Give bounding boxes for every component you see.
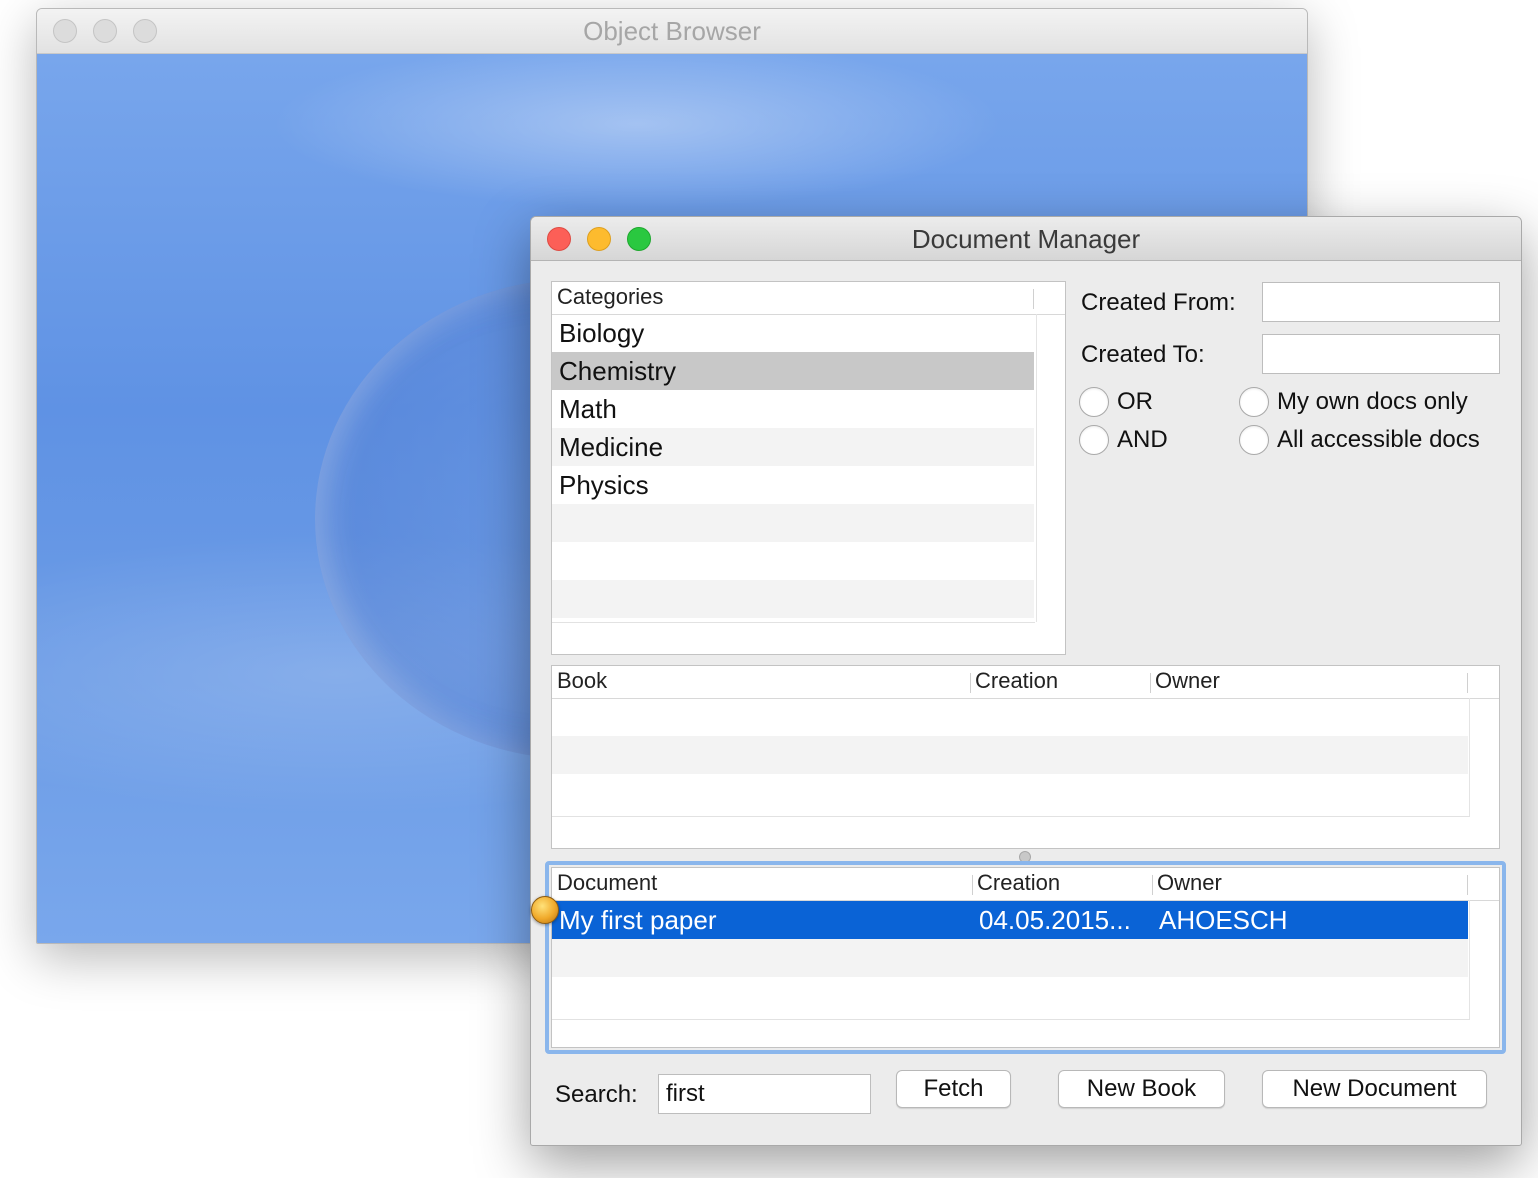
category-medicine: Medicine [559,432,664,462]
category-chemistry: Chemistry [559,356,677,386]
all-docs-label: All accessible docs [1277,426,1480,453]
column-separator [970,673,971,693]
scrollbar-track[interactable] [1469,900,1470,1020]
and-radio[interactable] [1079,425,1109,455]
column-separator [1150,673,1151,693]
object-browser-titlebar[interactable]: Object Browser [37,9,1307,54]
books-column-owner[interactable]: Owner [1155,668,1220,694]
drag-handle-icon[interactable] [531,896,559,924]
own-docs-label: My own docs only [1277,388,1468,415]
and-label: AND [1117,426,1168,453]
search-label: Search: [555,1081,638,1108]
list-divider [552,1019,1470,1020]
fetch-button[interactable]: Fetch [896,1070,1011,1108]
empty-row [552,977,1468,1015]
category-math: Math [559,394,617,424]
created-from-field[interactable] [1262,282,1500,322]
list-divider [552,816,1470,817]
books-header-row: Book Creation Owner [552,666,1499,699]
document-owner-cell: AHOESCH [1159,905,1288,935]
categories-header[interactable]: Categories [557,284,663,310]
list-divider [552,622,1035,623]
column-separator [1152,875,1153,895]
or-label: OR [1117,388,1153,415]
scrollbar-track[interactable] [1036,314,1037,622]
empty-row [552,698,1468,736]
created-from-label: Created From: [1081,289,1236,316]
documents-column-document[interactable]: Document [557,870,657,896]
books-column-book[interactable]: Book [557,668,607,694]
documents-table[interactable]: Document Creation Owner My first paper 0… [551,867,1500,1048]
list-item[interactable]: Physics [552,466,1034,504]
column-separator [1467,875,1468,895]
category-biology: Biology [559,318,645,348]
empty-row [552,774,1468,812]
documents-column-creation[interactable]: Creation [977,870,1060,896]
column-separator [972,875,973,895]
column-separator [1467,673,1468,693]
documents-header-row: Document Creation Owner [552,868,1499,901]
column-separator [1033,289,1034,309]
split-view-handle[interactable] [1019,851,1031,863]
empty-row [552,542,1034,580]
scrollbar-track[interactable] [1469,698,1470,816]
list-item[interactable]: Math [552,390,1034,428]
empty-row [552,504,1034,542]
search-input[interactable] [658,1074,871,1114]
new-document-button[interactable]: New Document [1262,1070,1487,1108]
or-radio[interactable] [1079,387,1109,417]
object-browser-title: Object Browser [583,16,761,46]
books-table[interactable]: Book Creation Owner [551,665,1500,849]
all-docs-radio[interactable] [1239,425,1269,455]
created-to-label: Created To: [1081,341,1205,368]
categories-header-row: Categories [552,282,1065,315]
document-manager-window[interactable]: Document Manager Categories Biology Chem… [530,216,1522,1146]
created-to-field[interactable] [1262,334,1500,374]
document-creation-cell: 04.05.2015... [979,905,1131,935]
categories-list[interactable]: Categories Biology Chemistry Math Medici… [551,281,1066,655]
documents-column-owner[interactable]: Owner [1157,870,1222,896]
document-manager-titlebar[interactable]: Document Manager [531,217,1521,261]
empty-row [552,736,1468,774]
empty-row [552,580,1034,618]
list-item-selected[interactable]: Chemistry [552,352,1034,390]
table-row-selected[interactable]: My first paper 04.05.2015... AHOESCH [552,901,1468,939]
document-name-cell: My first paper [559,905,717,935]
own-docs-radio[interactable] [1239,387,1269,417]
document-manager-title: Document Manager [911,224,1141,254]
category-physics: Physics [559,470,649,500]
empty-row [552,939,1468,977]
list-item[interactable]: Biology [552,314,1034,352]
new-book-button[interactable]: New Book [1058,1070,1225,1108]
books-column-creation[interactable]: Creation [975,668,1058,694]
list-item[interactable]: Medicine [552,428,1034,466]
